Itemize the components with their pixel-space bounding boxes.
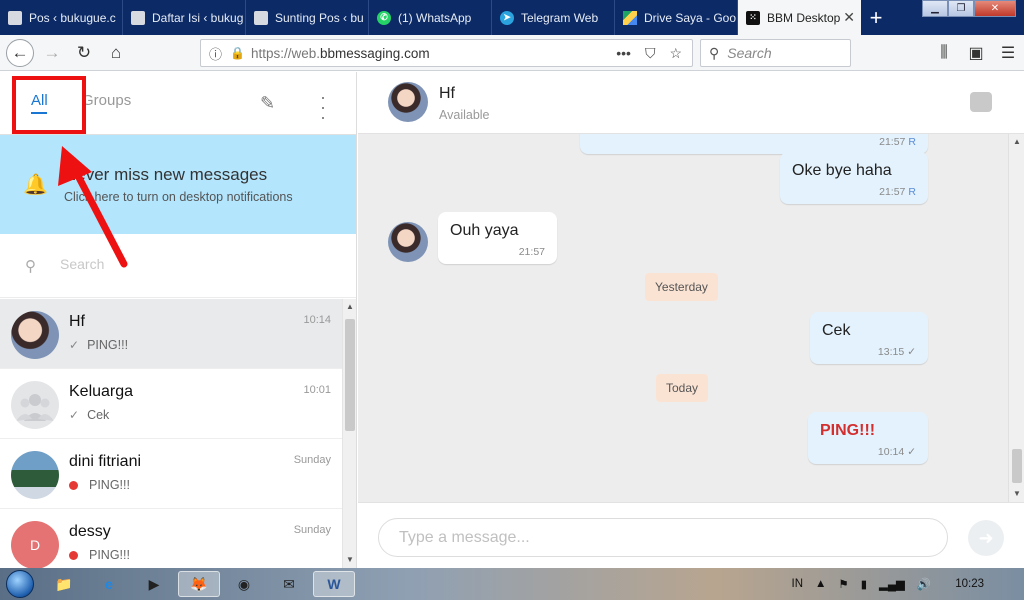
annotation-arrow — [58, 146, 128, 268]
